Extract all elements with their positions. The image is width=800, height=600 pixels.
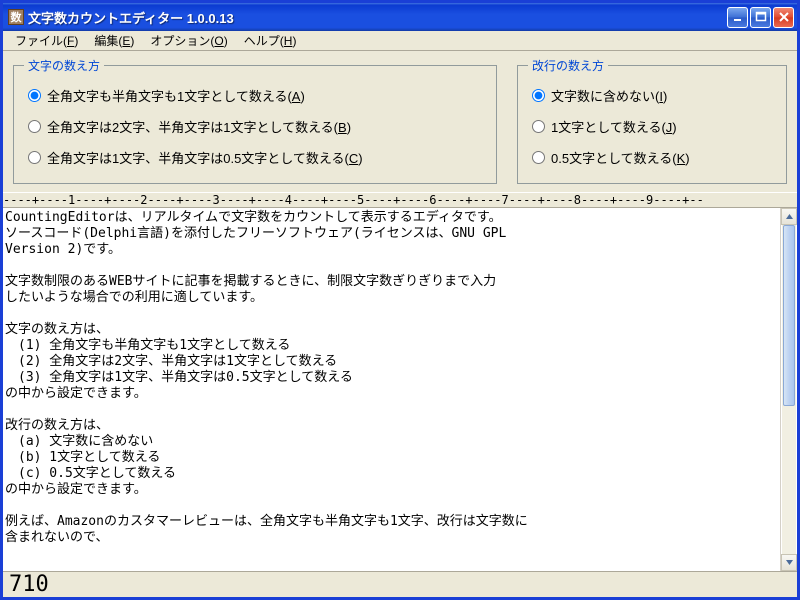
scroll-up-button[interactable] [781,208,797,225]
minimize-button[interactable] [727,7,748,28]
app-icon: 数 [8,9,24,25]
editor-area: CountingEditorは、リアルタイムで文字数をカウントして表示するエディ… [3,208,797,571]
ruler: ----+----1----+----2----+----3----+----4… [3,192,797,208]
char-opt-c[interactable]: 全角文字は1文字、半角文字は0.5文字として数える(C) [24,142,486,173]
character-count: 710 [9,572,49,597]
menu-option[interactable]: オプション(O) [142,30,235,51]
line-radio-i[interactable] [532,89,545,102]
window-title: 文字数カウントエディター 1.0.0.13 [28,8,727,27]
menu-file[interactable]: ファイル(F) [7,30,86,51]
line-opt-k[interactable]: 0.5文字として数える(K) [528,142,776,173]
scrollbar-vertical[interactable] [780,208,797,571]
maximize-button[interactable] [750,7,771,28]
scroll-thumb[interactable] [783,225,795,406]
app-window: 数 文字数カウントエディター 1.0.0.13 ファイル(F) 編集(E) オプ… [0,0,800,600]
char-opt-a[interactable]: 全角文字も半角文字も1文字として数える(A) [24,80,486,111]
char-count-group: 文字の数え方 全角文字も半角文字も1文字として数える(A) 全角文字は2文字、半… [13,57,497,184]
newline-count-legend: 改行の数え方 [528,57,608,74]
menubar: ファイル(F) 編集(E) オプション(O) ヘルプ(H) [3,31,797,51]
char-radio-b[interactable] [28,120,41,133]
scroll-down-button[interactable] [781,554,797,571]
statusbar: 710 [3,571,797,597]
menu-edit[interactable]: 編集(E) [86,30,142,51]
newline-count-group: 改行の数え方 文字数に含めない(I) 1文字として数える(J) 0.5文字として… [517,57,787,184]
titlebar: 数 文字数カウントエディター 1.0.0.13 [3,3,797,31]
line-radio-k[interactable] [532,151,545,164]
menu-help[interactable]: ヘルプ(H) [236,30,305,51]
char-count-legend: 文字の数え方 [24,57,104,74]
line-radio-j[interactable] [532,120,545,133]
editor-textarea[interactable]: CountingEditorは、リアルタイムで文字数をカウントして表示するエディ… [3,208,780,571]
char-radio-c[interactable] [28,151,41,164]
char-opt-b[interactable]: 全角文字は2文字、半角文字は1文字として数える(B) [24,111,486,142]
options-panel: 文字の数え方 全角文字も半角文字も1文字として数える(A) 全角文字は2文字、半… [3,51,797,192]
close-button[interactable] [773,7,794,28]
line-opt-j[interactable]: 1文字として数える(J) [528,111,776,142]
char-radio-a[interactable] [28,89,41,102]
line-opt-i[interactable]: 文字数に含めない(I) [528,80,776,111]
scroll-track[interactable] [781,225,797,554]
